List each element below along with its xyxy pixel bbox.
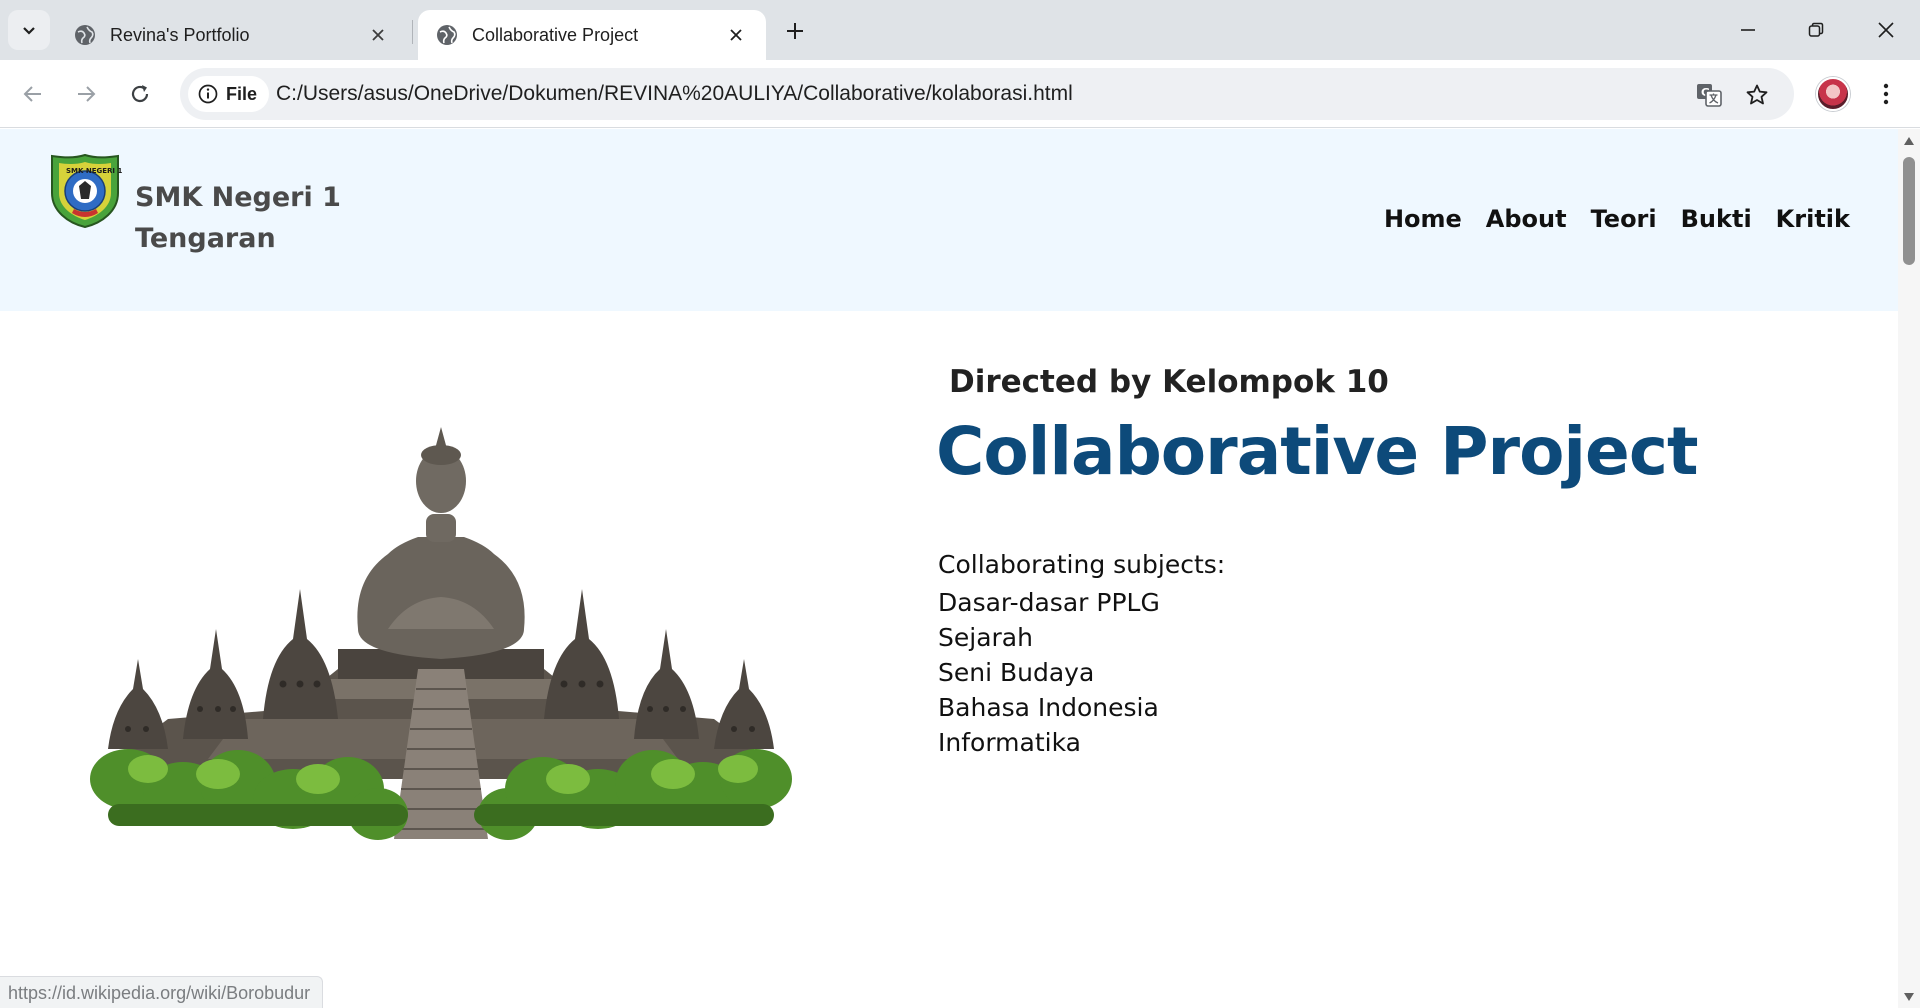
list-item: Dasar-dasar PPLG xyxy=(938,588,1160,617)
close-tab-button[interactable] xyxy=(364,21,392,49)
globe-icon xyxy=(75,25,95,45)
school-logo[interactable]: SMK NEGERI 1 xyxy=(48,153,122,229)
more-vertical-icon xyxy=(1883,83,1889,105)
triangle-down-icon xyxy=(1904,993,1914,1001)
list-item: Seni Budaya xyxy=(938,658,1095,687)
director-credit: Directed by Kelompok 10 xyxy=(949,364,1389,400)
reload-icon xyxy=(131,85,149,103)
profile-avatar[interactable] xyxy=(1816,77,1850,111)
minimize-icon xyxy=(1741,29,1755,31)
scrollbar-thumb[interactable] xyxy=(1903,157,1915,265)
subjects-intro: Collaborating subjects: xyxy=(938,550,1226,579)
back-button[interactable] xyxy=(15,76,51,112)
close-icon xyxy=(1878,22,1894,38)
nav-link-about[interactable]: About xyxy=(1486,205,1567,233)
subjects-list: Dasar-dasar PPLG Sejarah Seni Budaya Bah… xyxy=(938,585,1160,760)
tab-strip: Revina's Portfolio Collaborative Project xyxy=(0,0,1920,60)
bookmark-button[interactable] xyxy=(1742,80,1772,110)
restore-icon xyxy=(1808,22,1824,37)
tab-title: Collaborative Project xyxy=(472,24,639,45)
url-text[interactable]: C:/Users/asus/OneDrive/Dokumen/REVINA%20… xyxy=(276,68,1073,120)
tab-revinas-portfolio[interactable]: Revina's Portfolio xyxy=(56,10,408,60)
list-item: Bahasa Indonesia xyxy=(938,693,1159,722)
page-viewport: SMK NEGERI 1 SMK Negeri 1 Tengaran Home … xyxy=(0,129,1898,1008)
tab-divider xyxy=(412,20,413,44)
nav-link-bukti[interactable]: Bukti xyxy=(1681,205,1752,233)
new-tab-button[interactable] xyxy=(778,14,812,48)
translate-button[interactable]: G xyxy=(1694,80,1724,110)
page-scrollbar[interactable] xyxy=(1898,129,1920,1008)
page-title: Collaborative Project xyxy=(936,413,1698,490)
tab-search-button[interactable] xyxy=(8,10,50,50)
forward-button[interactable] xyxy=(68,76,104,112)
scroll-down-arrow[interactable] xyxy=(1903,991,1915,1003)
close-icon xyxy=(372,29,384,41)
chevron-down-icon xyxy=(23,27,35,35)
star-icon xyxy=(1746,84,1768,105)
info-icon xyxy=(198,84,218,104)
site-info-chip[interactable]: File xyxy=(188,76,270,112)
scroll-up-arrow[interactable] xyxy=(1903,135,1915,147)
globe-icon xyxy=(437,25,457,45)
site-header: SMK NEGERI 1 SMK Negeri 1 Tengaran Home … xyxy=(0,129,1898,311)
logo-lettering: SMK NEGERI 1 xyxy=(66,167,122,175)
plus-icon xyxy=(787,23,803,39)
nav-link-home[interactable]: Home xyxy=(1384,205,1462,233)
reload-button[interactable] xyxy=(122,76,158,112)
triangle-up-icon xyxy=(1904,137,1914,145)
restore-button[interactable] xyxy=(1788,8,1844,52)
list-item: Sejarah xyxy=(938,623,1033,652)
tab-collaborative-project[interactable]: Collaborative Project xyxy=(418,10,766,60)
close-tab-button[interactable] xyxy=(722,21,750,49)
link-status-bubble: https://id.wikipedia.org/wiki/Borobudur xyxy=(0,976,324,1008)
list-item: Informatika xyxy=(938,728,1081,757)
site-brand-name[interactable]: SMK Negeri 1 Tengaran xyxy=(135,177,395,259)
close-window-button[interactable] xyxy=(1858,8,1914,52)
browser-toolbar: File C:/Users/asus/OneDrive/Dokumen/REVI… xyxy=(0,60,1920,128)
tab-title: Revina's Portfolio xyxy=(110,24,250,45)
translate-icon: G xyxy=(1697,84,1722,107)
address-bar[interactable]: File C:/Users/asus/OneDrive/Dokumen/REVI… xyxy=(180,68,1794,120)
site-info-label: File xyxy=(226,83,258,104)
main-nav: Home About Teori Bukti Kritik xyxy=(1384,205,1850,233)
close-icon xyxy=(730,29,742,41)
browser-menu-button[interactable] xyxy=(1872,76,1900,112)
nav-link-teori[interactable]: Teori xyxy=(1591,205,1657,233)
arrow-left-icon xyxy=(23,86,41,102)
nav-link-kritik[interactable]: Kritik xyxy=(1776,205,1850,233)
borobudur-image[interactable] xyxy=(88,419,794,851)
arrow-right-icon xyxy=(78,86,96,102)
minimize-button[interactable] xyxy=(1720,8,1776,52)
